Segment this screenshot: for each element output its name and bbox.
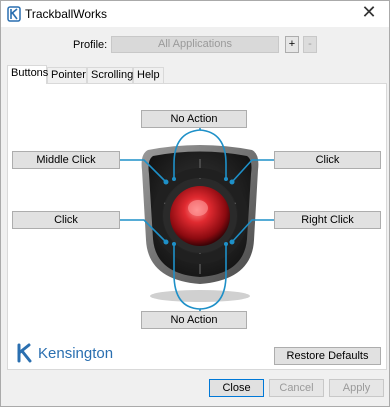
upper-left-button-action[interactable]: Middle Click	[12, 151, 120, 169]
tab-scrolling[interactable]: Scrolling	[87, 67, 133, 83]
lower-left-button-action[interactable]: Click	[12, 211, 120, 229]
add-profile-button[interactable]: +	[285, 36, 299, 53]
kensington-app-icon	[7, 6, 21, 22]
tab-buttons[interactable]: Buttons	[7, 65, 48, 84]
bottom-button-action[interactable]: No Action	[141, 311, 247, 329]
cancel-button[interactable]: Cancel	[269, 379, 324, 397]
close-window-icon[interactable]: ✕	[359, 3, 379, 23]
kensington-logo-icon	[17, 343, 32, 363]
trackballworks-window: TrackballWorks ✕ Profile: All Applicatio…	[0, 0, 390, 407]
lower-right-button-action[interactable]: Right Click	[274, 211, 381, 229]
restore-defaults-button[interactable]: Restore Defaults	[274, 347, 381, 365]
upper-right-button-action[interactable]: Click	[274, 151, 381, 169]
buttons-panel: No Action Middle Click Click Click Right…	[7, 83, 387, 370]
trackball-ball	[170, 186, 230, 246]
close-button[interactable]: Close	[209, 379, 264, 397]
top-button-action[interactable]: No Action	[141, 110, 247, 128]
profile-label: Profile:	[73, 39, 108, 51]
title-bar: TrackballWorks ✕	[1, 1, 389, 27]
tab-pointer[interactable]: Pointer	[47, 67, 87, 83]
remove-profile-button[interactable]: -	[303, 36, 317, 53]
window-title: TrackballWorks	[25, 7, 108, 21]
tab-help[interactable]: Help	[133, 67, 164, 83]
apply-button[interactable]: Apply	[329, 379, 384, 397]
profile-select[interactable]: All Applications	[111, 36, 279, 53]
kensington-logo-text: Kensington	[38, 345, 114, 362]
kensington-logo: Kensington	[16, 343, 126, 363]
